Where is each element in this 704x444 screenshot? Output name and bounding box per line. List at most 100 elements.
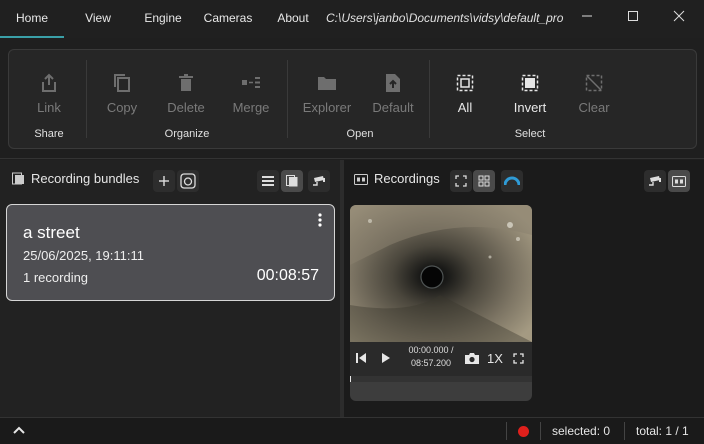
bundle-camera-filter-button[interactable] [308, 170, 330, 192]
playback-time: 00:00.000 / 08:57.200 [400, 344, 462, 370]
minimize-icon [582, 15, 592, 17]
step-back-icon[interactable] [355, 352, 369, 364]
playback-speed[interactable]: 1X [487, 351, 503, 366]
cctv-camera-icon [649, 176, 661, 186]
select-all-button[interactable]: All [435, 70, 495, 130]
tab-engine[interactable]: Engine [132, 0, 194, 38]
default-label: Default [372, 100, 414, 115]
recordings-header: Recordings [354, 171, 440, 186]
trash-icon [179, 74, 193, 91]
delete-label: Delete [167, 100, 205, 115]
merge-label: Merge [232, 100, 270, 115]
video-thumbnail[interactable] [350, 205, 532, 342]
ribbon-separator [287, 60, 288, 138]
close-button[interactable] [656, 0, 702, 32]
snapshot-icon[interactable] [464, 352, 480, 365]
more-vertical-icon [318, 213, 322, 227]
bundle-duration: 00:08:57 [256, 267, 319, 284]
recordings-title: Recordings [374, 171, 440, 186]
menu-bar: Home View Engine Cameras About C:\Users\… [0, 0, 704, 38]
playback-progress-bar[interactable] [350, 376, 532, 382]
recording-tile[interactable]: 00:00.000 / 08:57.200 1X [350, 205, 532, 401]
bundles-icon [12, 172, 24, 185]
grid-view-button[interactable] [473, 170, 495, 192]
recordings-panel: Recordings 00:00.000 / 08:57.200 1X [344, 160, 704, 417]
cards-icon [286, 175, 298, 187]
app-window: Home View Engine Cameras About C:\Users\… [0, 0, 704, 444]
bundle-title: a street [23, 223, 80, 242]
pipe-icon [504, 176, 520, 186]
chevron-up-icon[interactable] [12, 425, 26, 435]
add-bundle-button[interactable] [153, 170, 175, 192]
bundle-card[interactable]: a street 25/06/2025, 19:11:11 1 recordin… [6, 204, 335, 301]
tab-cameras[interactable]: Cameras [196, 0, 260, 38]
bundle-menu-button[interactable] [315, 212, 325, 228]
bundles-panel: Recording bundles a street 25/06/2025, 1… [0, 160, 340, 417]
copy-label: Copy [106, 100, 138, 115]
project-path: C:\Users\janbo\Documents\vidsy\default_p… [326, 11, 564, 25]
list-icon [262, 176, 274, 186]
folder-icon [318, 77, 336, 90]
select-clear-button[interactable]: Clear [564, 70, 624, 130]
status-divider [624, 422, 625, 440]
fullscreen-grid-button[interactable] [450, 170, 472, 192]
status-bar: selected: 0 total: 1 / 1 [0, 417, 704, 444]
group-open-label: Open [346, 128, 374, 140]
cctv-camera-icon [313, 176, 325, 186]
explorer-button[interactable]: Explorer [297, 70, 357, 130]
ribbon-divider [0, 158, 704, 159]
maximize-button[interactable] [610, 0, 656, 32]
copy-button[interactable]: Copy [92, 70, 152, 130]
plus-icon [159, 176, 169, 186]
card-view-button[interactable] [281, 170, 303, 192]
total-count: total: 1 / 1 [636, 424, 689, 438]
ribbon-separator [86, 60, 87, 138]
select-invert-label: Invert [513, 100, 547, 115]
merge-icon [242, 77, 260, 88]
minimize-button[interactable] [564, 0, 610, 32]
pipe-view-button[interactable] [501, 170, 523, 192]
link-label: Link [37, 100, 61, 115]
select-all-label: All [457, 100, 473, 115]
time-total: 08:57.200 [410, 358, 452, 368]
recording-card-view-button[interactable] [668, 170, 690, 192]
bundle-recording-count: 1 recording [23, 270, 89, 285]
tab-about[interactable]: About [266, 0, 320, 38]
auto-bundle-button[interactable] [177, 170, 199, 192]
select-clear-icon [585, 74, 603, 92]
status-divider [540, 422, 541, 440]
merge-button[interactable]: Merge [221, 70, 281, 130]
share-icon [42, 73, 56, 92]
recording-camera-filter-button[interactable] [644, 170, 666, 192]
bundles-header: Recording bundles [12, 171, 139, 186]
select-all-icon [456, 74, 474, 92]
delete-button[interactable]: Delete [156, 70, 216, 130]
fullscreen-icon [455, 175, 467, 187]
group-share-label: Share [34, 128, 64, 140]
bundles-title: Recording bundles [31, 171, 140, 186]
expand-icon[interactable] [513, 353, 524, 364]
copy-icon [114, 74, 130, 92]
explorer-label: Explorer [302, 100, 352, 115]
bundle-date: 25/06/2025, 19:11:11 [23, 248, 144, 263]
camera-frame-icon [180, 173, 196, 189]
close-icon [673, 10, 685, 22]
select-invert-icon [521, 74, 539, 92]
list-view-button[interactable] [257, 170, 279, 192]
group-organize-label: Organize [164, 128, 210, 140]
ribbon-toolbar: Link Share Copy Delete Merge Organize Ex… [8, 49, 697, 149]
player-controls: 00:00.000 / 08:57.200 1X [350, 342, 532, 376]
play-icon[interactable] [381, 352, 391, 364]
default-button[interactable]: Default [363, 70, 423, 130]
recordings-icon [354, 173, 368, 185]
link-button[interactable]: Link [19, 70, 79, 130]
tab-home[interactable]: Home [0, 0, 64, 38]
select-invert-button[interactable]: Invert [500, 70, 560, 130]
selected-count: selected: 0 [552, 424, 611, 438]
file-open-icon [386, 74, 400, 92]
playback-progress-fill [350, 376, 351, 382]
tab-view[interactable]: View [70, 0, 126, 38]
time-current: 00:00.000 / [408, 345, 454, 355]
grid-icon [478, 175, 490, 187]
group-select-label: Select [514, 128, 546, 140]
